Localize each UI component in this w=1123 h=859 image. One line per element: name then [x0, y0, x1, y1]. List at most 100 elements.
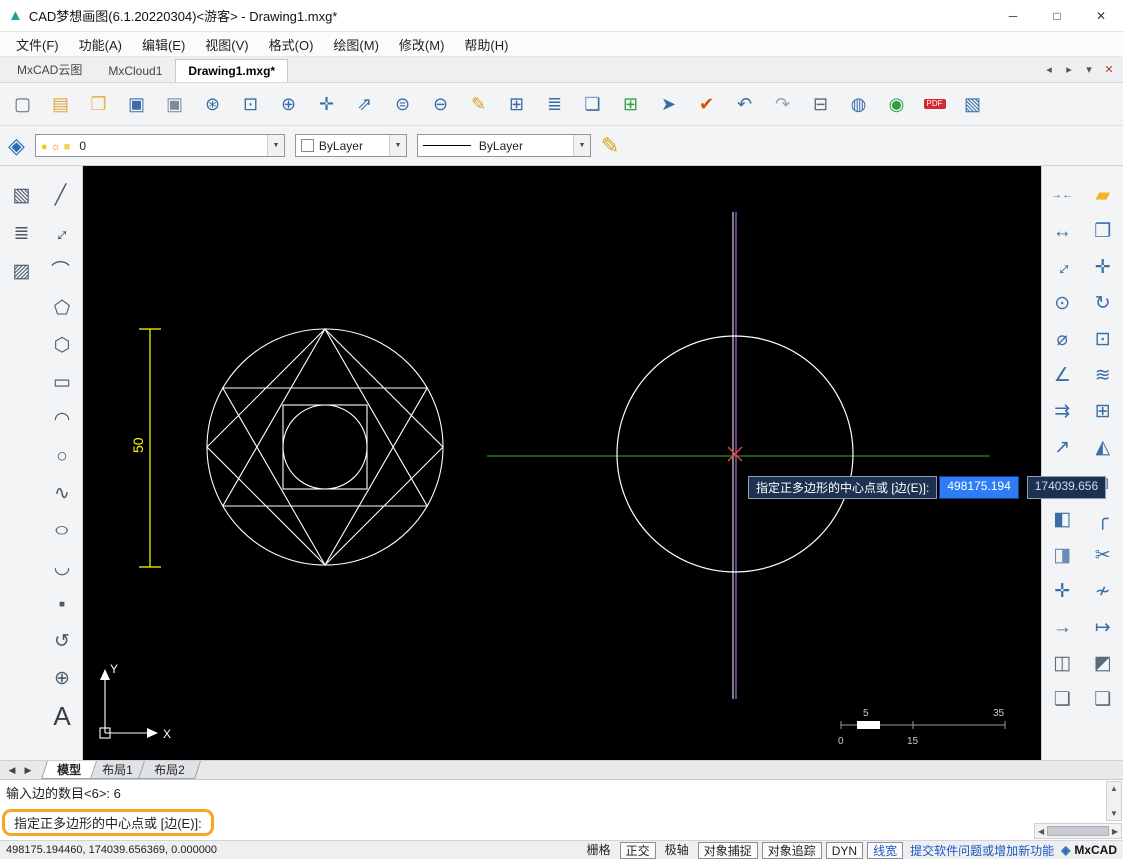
center-mark-icon[interactable]: ✛: [1045, 576, 1079, 607]
dim-angular-icon[interactable]: ∠: [1045, 360, 1079, 391]
status-toggle[interactable]: 栅格: [582, 842, 616, 859]
trim-icon[interactable]: ✂: [1086, 540, 1120, 571]
point-icon[interactable]: ▪: [45, 589, 79, 620]
zoom-in-icon[interactable]: ⊕: [270, 87, 307, 121]
box-3d-icon[interactable]: ◩: [1086, 648, 1120, 679]
zoom-extents-icon[interactable]: ⊛: [194, 87, 231, 121]
chevron-down-icon[interactable]: ▼: [573, 135, 590, 156]
arc-segment-icon[interactable]: ◡: [45, 552, 79, 583]
dim-linear-icon[interactable]: ↔: [1045, 216, 1079, 247]
dim-radius-icon[interactable]: ⊙: [1045, 288, 1079, 319]
stretch-arrow-icon[interactable]: ↔: [44, 218, 78, 249]
chevron-down-icon[interactable]: ▼: [267, 135, 284, 156]
text-lines-icon[interactable]: ≣: [536, 87, 573, 121]
menu-item[interactable]: 视图(V): [195, 33, 258, 56]
web-publish-icon[interactable]: ◍: [840, 87, 877, 121]
arc-3point-icon[interactable]: ◠: [45, 404, 79, 435]
dim-style-icon[interactable]: ◨: [1045, 540, 1079, 571]
print-icon[interactable]: ⊟: [802, 87, 839, 121]
tab-list-icon[interactable]: ▾: [1079, 60, 1099, 80]
drawing-canvas[interactable]: 50 Y X: [83, 166, 1041, 760]
minimize-button[interactable]: ─: [991, 0, 1035, 31]
redo-icon[interactable]: ↷: [764, 87, 801, 121]
extend-icon[interactable]: ↦: [1086, 612, 1120, 643]
text-paragraph-icon[interactable]: ≣: [5, 218, 39, 249]
layout-tab[interactable]: 布局2: [138, 761, 201, 779]
circle-icon[interactable]: ○: [45, 441, 79, 472]
status-toggle[interactable]: 线宽: [867, 842, 903, 859]
copy-icon[interactable]: ❐: [1086, 216, 1120, 247]
drawing-canvas-svg[interactable]: 50 Y X: [83, 166, 1041, 760]
layout-tab[interactable]: 模型: [41, 761, 97, 779]
web-share-icon[interactable]: ◉: [878, 87, 915, 121]
document-tab[interactable]: MxCAD云图: [4, 56, 95, 82]
save-as-icon[interactable]: ▣: [156, 87, 193, 121]
solid-box-icon[interactable]: ◫: [1045, 648, 1079, 679]
draw-pencil-icon[interactable]: ✎: [460, 87, 497, 121]
close-button[interactable]: ✕: [1079, 0, 1123, 31]
break-icon[interactable]: ≁: [1086, 576, 1120, 607]
dim-edit-icon[interactable]: ◧: [1045, 504, 1079, 535]
sheet-icon[interactable]: ❏: [1086, 684, 1120, 715]
cloud-drawing-icon[interactable]: ▤: [42, 87, 79, 121]
markup-icon[interactable]: ✔: [688, 87, 725, 121]
zoom-previous-icon[interactable]: ⊜: [384, 87, 421, 121]
offset-icon[interactable]: ≋: [1086, 360, 1120, 391]
layout-page-icon[interactable]: ❏: [1045, 684, 1079, 715]
rotate-ref-icon[interactable]: ↺: [45, 626, 79, 657]
move-icon[interactable]: ✛: [1086, 252, 1120, 283]
menu-item[interactable]: 修改(M): [389, 33, 455, 56]
save-icon[interactable]: ▣: [118, 87, 155, 121]
document-tab[interactable]: Drawing1.mxg*: [175, 59, 288, 82]
color-pencil-icon[interactable]: ✎: [601, 135, 619, 157]
scale-view-icon[interactable]: ⇗: [346, 87, 383, 121]
dynamic-input-x-field[interactable]: 498175.194: [939, 476, 1018, 499]
undo-icon[interactable]: ↶: [726, 87, 763, 121]
line-icon[interactable]: ╱: [44, 180, 78, 211]
dim-continue-icon[interactable]: ⇉: [1045, 396, 1079, 427]
insert-image-icon[interactable]: ▧: [5, 180, 39, 211]
rotate-icon[interactable]: ↻: [1086, 288, 1120, 319]
new-viewport-icon[interactable]: ❏: [574, 87, 611, 121]
polygon-inscribed-icon[interactable]: ⬡: [45, 330, 79, 361]
chevron-down-icon[interactable]: ▼: [389, 135, 406, 156]
scroll-up-icon[interactable]: ▲: [1110, 784, 1118, 793]
layer-select[interactable]: ●☼■ 0 ▼: [35, 134, 285, 157]
scrollbar-thumb[interactable]: [1047, 826, 1109, 836]
menu-item[interactable]: 帮助(H): [454, 33, 518, 56]
scroll-right-icon[interactable]: ▶: [1112, 827, 1118, 836]
zoom-out-icon[interactable]: ⊖: [422, 87, 459, 121]
image-export-icon[interactable]: ▧: [954, 87, 991, 121]
zoom-window-icon[interactable]: ⊡: [232, 87, 269, 121]
fillet-icon[interactable]: ╭: [1086, 504, 1120, 535]
status-toggle[interactable]: 对象追踪: [762, 842, 822, 859]
document-tab[interactable]: MxCloud1: [95, 59, 175, 82]
tab-scroll-left-icon[interactable]: ◂: [1039, 60, 1059, 80]
scroll-down-icon[interactable]: ▼: [1110, 809, 1118, 818]
spline-icon[interactable]: ∿: [45, 478, 79, 509]
status-toggle[interactable]: 正交: [620, 842, 656, 859]
table-icon[interactable]: ⊞: [498, 87, 535, 121]
maximize-button[interactable]: □: [1035, 0, 1079, 31]
dim-aligned-icon[interactable]: ↔: [1045, 252, 1079, 283]
text-tool-icon[interactable]: A: [45, 700, 79, 731]
erase-icon[interactable]: ▰: [1086, 180, 1120, 211]
new-file-icon[interactable]: ▢: [4, 87, 41, 121]
tab-close-icon[interactable]: ✕: [1099, 60, 1119, 80]
dim-diameter-icon[interactable]: ⌀: [1045, 324, 1079, 355]
mirror-icon[interactable]: ◭: [1086, 432, 1120, 463]
status-toggle[interactable]: 极轴: [660, 842, 694, 859]
open-folder-icon[interactable]: ❒: [80, 87, 117, 121]
layout-scroll-right-icon[interactable]: ▶: [20, 761, 36, 779]
tab-scroll-right-icon[interactable]: ▸: [1059, 60, 1079, 80]
pan-icon[interactable]: ✛: [308, 87, 345, 121]
dim-update-icon[interactable]: →: [1045, 612, 1079, 643]
command-prompt[interactable]: 指定正多边形的中心点或 [边(E)]:: [2, 809, 214, 836]
polygon-icon[interactable]: ⬠: [45, 293, 79, 324]
dynamic-input-y-field[interactable]: 174039.656: [1027, 476, 1106, 499]
layers-icon[interactable]: ◈: [8, 135, 25, 157]
menu-item[interactable]: 格式(O): [259, 33, 324, 56]
linetype-select[interactable]: ByLayer ▼: [417, 134, 591, 157]
scroll-left-icon[interactable]: ◀: [1038, 827, 1044, 836]
select-icon[interactable]: ➤: [650, 87, 687, 121]
